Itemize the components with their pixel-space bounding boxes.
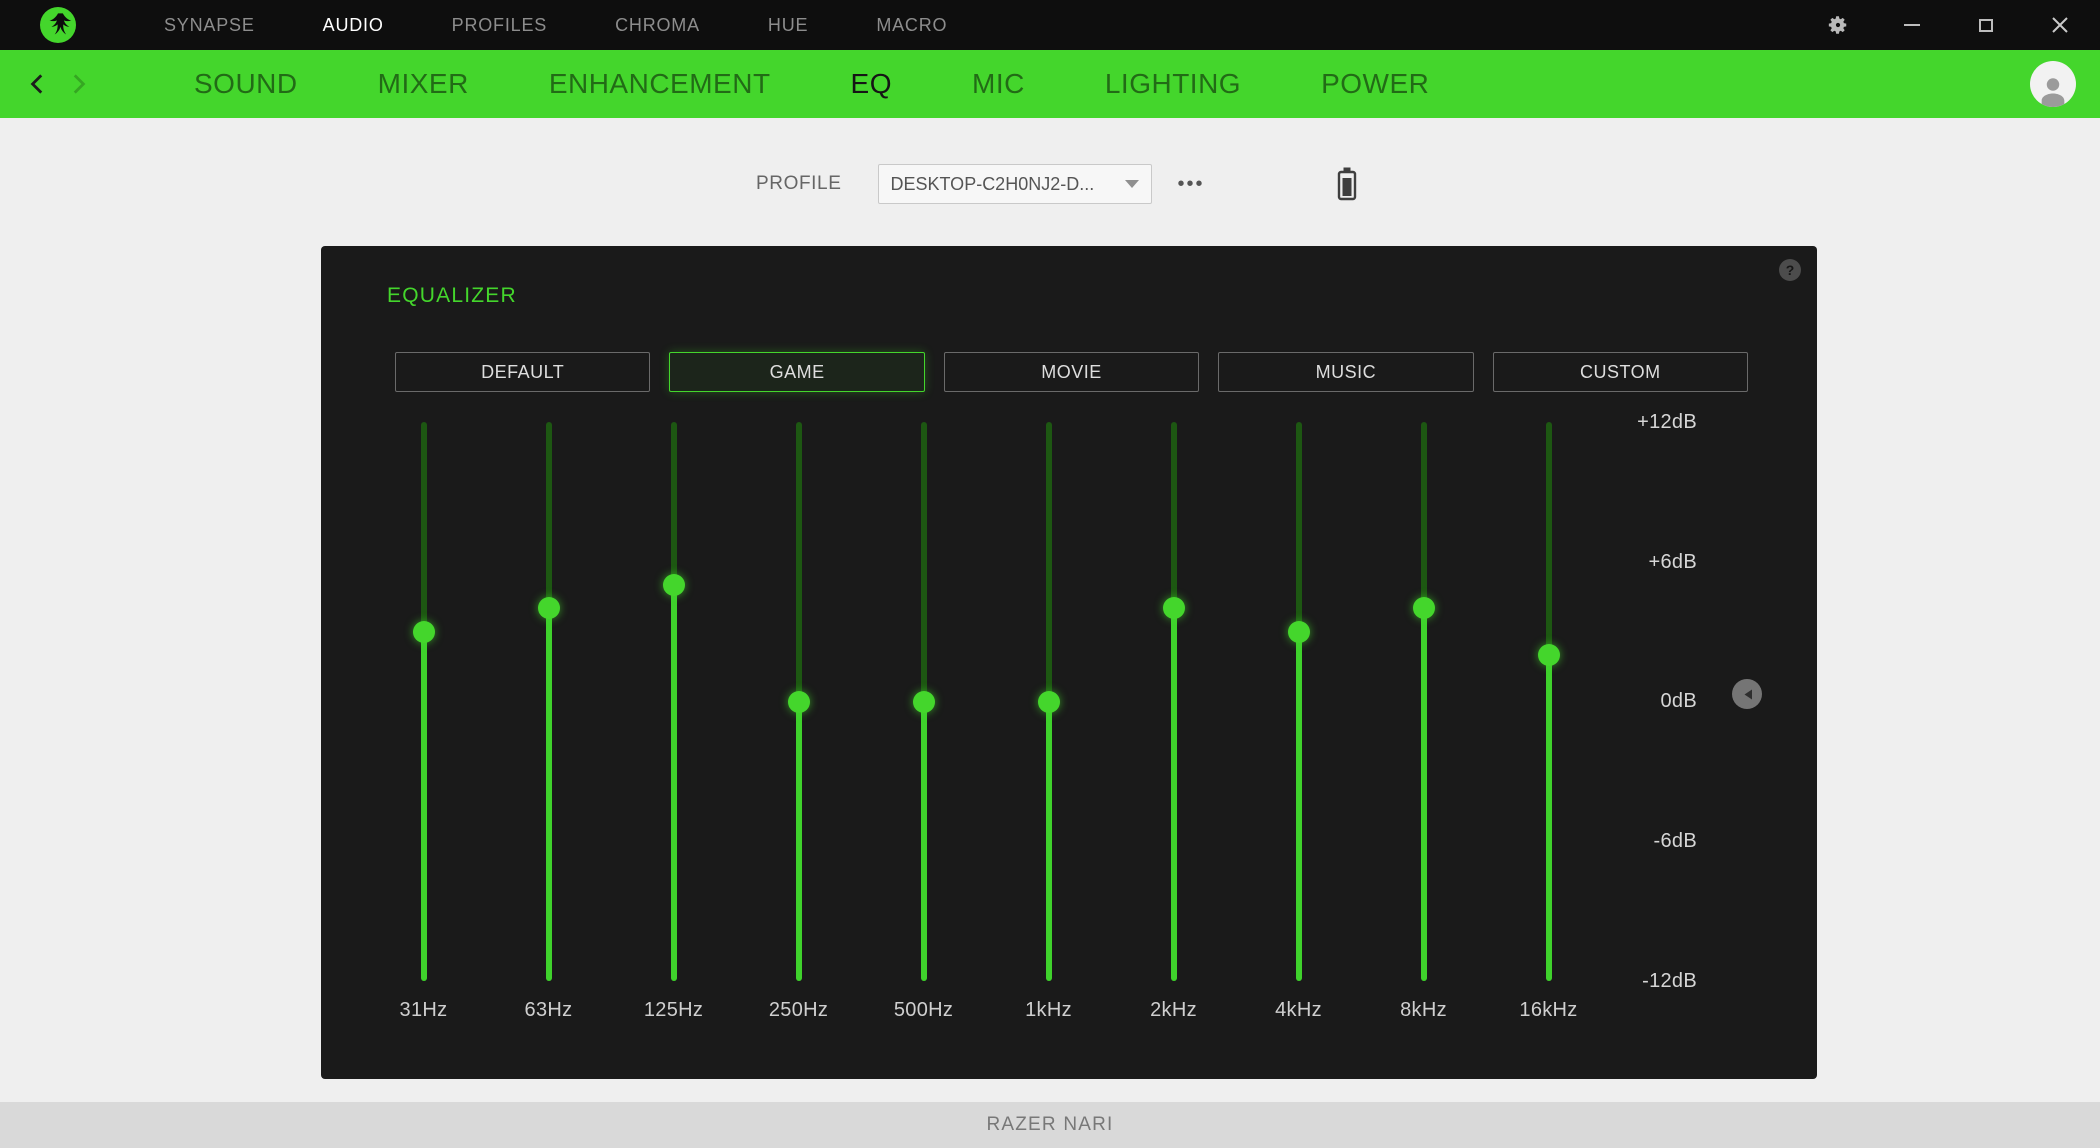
tab-mic[interactable]: MIC [972,68,1025,100]
collapse-panel-button[interactable] [1732,679,1762,709]
menu-item-hue[interactable]: HUE [768,15,808,36]
top-menu: SYNAPSE AUDIO PROFILES CHROMA HUE MACRO [164,15,947,36]
window-controls [1824,11,2100,39]
avatar[interactable] [2030,61,2076,107]
eq-slider-fill [1421,608,1427,981]
device-name: RAZER NARI [986,1114,1113,1136]
db-scale-label: -12dB [1547,969,1697,993]
tab-power[interactable]: POWER [1321,68,1429,100]
preset-music-button[interactable]: MUSIC [1218,352,1473,392]
equalizer-title: EQUALIZER [387,284,517,308]
titlebar: SYNAPSE AUDIO PROFILES CHROMA HUE MACRO [0,0,2100,50]
back-button[interactable] [18,64,58,104]
tab-sound[interactable]: SOUND [194,68,298,100]
eq-band: 250Hz [736,422,861,1042]
section-nav: SOUND MIXER ENHANCEMENT EQ MIC LIGHTING … [0,50,2100,118]
equalizer-panel: EQUALIZER ? DEFAULT GAME MOVIE MUSIC CUS… [321,246,1817,1079]
eq-sliders: 31Hz 63Hz 125Hz [361,422,1611,1042]
eq-band: 4kHz [1236,422,1361,1042]
menu-item-chroma[interactable]: CHROMA [615,15,700,36]
audio-tabs: SOUND MIXER ENHANCEMENT EQ MIC LIGHTING … [194,68,1429,100]
eq-band-label: 63Hz [525,999,573,1022]
tab-eq[interactable]: EQ [851,68,892,100]
eq-band-label: 125Hz [644,999,703,1022]
eq-presets: DEFAULT GAME MOVIE MUSIC CUSTOM [395,352,1748,392]
eq-slider-thumb[interactable] [1413,597,1435,619]
menu-item-macro[interactable]: MACRO [876,15,947,36]
eq-slider-fill [1046,702,1052,982]
profile-row: PROFILE DESKTOP-C2H0NJ2-D... ••• [756,162,1357,206]
maximize-button[interactable] [1972,11,2000,39]
eq-slider-track[interactable] [1046,422,1052,981]
preset-movie-button[interactable]: MOVIE [944,352,1199,392]
tab-enhancement[interactable]: ENHANCEMENT [549,68,771,100]
eq-slider-fill [796,702,802,982]
eq-slider-track[interactable] [1421,422,1427,981]
eq-band: 1kHz [986,422,1111,1042]
db-scale-label: +12dB [1547,410,1697,434]
eq-slider-thumb[interactable] [538,597,560,619]
profile-label: PROFILE [756,173,842,195]
device-bar: RAZER NARI [0,1102,2100,1148]
profile-more-button[interactable]: ••• [1178,164,1205,204]
eq-band: 8kHz [1361,422,1486,1042]
eq-band: 31Hz [361,422,486,1042]
eq-slider-fill [421,632,427,981]
eq-band-label: 8kHz [1400,999,1447,1022]
battery-icon [1337,167,1357,201]
tab-mixer[interactable]: MIXER [378,68,469,100]
eq-slider-track[interactable] [1171,422,1177,981]
eq-band-label: 31Hz [400,999,448,1022]
eq-slider-track[interactable] [921,422,927,981]
eq-slider-fill [921,702,927,982]
eq-slider-thumb[interactable] [663,574,685,596]
eq-slider-fill [1296,632,1302,981]
chevron-down-icon [1125,180,1139,188]
minimize-button[interactable] [1898,11,1926,39]
help-button[interactable]: ? [1779,259,1801,281]
eq-slider-track[interactable] [671,422,677,981]
close-button[interactable] [2046,11,2074,39]
settings-gear-icon[interactable] [1824,11,1852,39]
eq-band: 125Hz [611,422,736,1042]
menu-item-audio[interactable]: AUDIO [323,15,384,36]
eq-slider-thumb[interactable] [413,621,435,643]
eq-slider-thumb[interactable] [788,691,810,713]
eq-band: 63Hz [486,422,611,1042]
db-scale: +12dB +6dB 0dB -6dB -12dB [1547,246,1697,1079]
razer-logo-icon [40,7,76,43]
eq-slider-thumb[interactable] [1288,621,1310,643]
eq-band-label: 500Hz [894,999,953,1022]
eq-band: 500Hz [861,422,986,1042]
eq-slider-fill [1171,608,1177,981]
eq-band: 2kHz [1111,422,1236,1042]
eq-slider-thumb[interactable] [1038,691,1060,713]
preset-default-button[interactable]: DEFAULT [395,352,650,392]
eq-slider-thumb[interactable] [913,691,935,713]
db-scale-label: 0dB [1547,689,1697,713]
eq-slider-track[interactable] [796,422,802,981]
menu-item-synapse[interactable]: SYNAPSE [164,15,255,36]
eq-slider-fill [546,608,552,981]
eq-band-label: 4kHz [1275,999,1322,1022]
eq-slider-track[interactable] [546,422,552,981]
razer-synapse-window: SYNAPSE AUDIO PROFILES CHROMA HUE MACRO [0,0,2100,1148]
preset-game-button[interactable]: GAME [669,352,924,392]
db-scale-label: -6dB [1547,829,1697,853]
eq-band-label: 2kHz [1150,999,1197,1022]
profile-dropdown[interactable]: DESKTOP-C2H0NJ2-D... [878,164,1152,204]
eq-band-label: 250Hz [769,999,828,1022]
eq-slider-fill [671,585,677,981]
forward-button[interactable] [58,64,98,104]
eq-slider-thumb[interactable] [1163,597,1185,619]
eq-band-label: 1kHz [1025,999,1072,1022]
tab-lighting[interactable]: LIGHTING [1105,68,1241,100]
menu-item-profiles[interactable]: PROFILES [452,15,547,36]
eq-slider-track[interactable] [421,422,427,981]
db-scale-label: +6dB [1547,550,1697,574]
profile-selected-value: DESKTOP-C2H0NJ2-D... [891,174,1095,195]
eq-slider-track[interactable] [1296,422,1302,981]
